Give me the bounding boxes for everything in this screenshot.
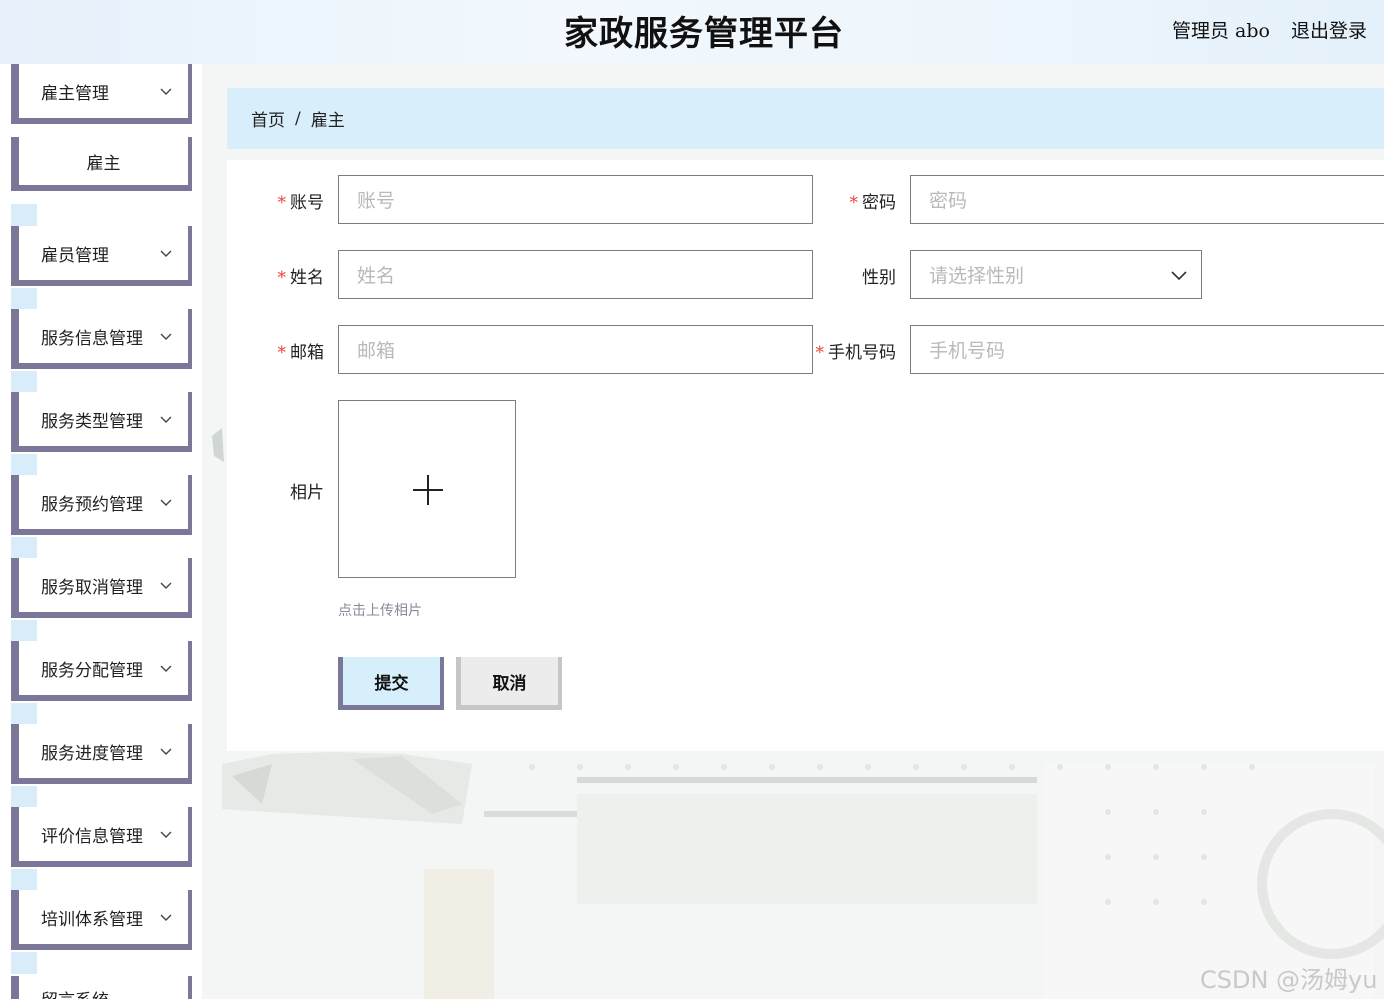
sidebar-item-service-info-management[interactable]: 服务信息管理 — [11, 309, 192, 369]
watermark: CSDN @汤姆yu — [1200, 966, 1378, 994]
password-placeholder: 密码 — [929, 190, 968, 212]
sidebar-item-training-management[interactable]: 培训体系管理 — [11, 890, 192, 950]
password-input[interactable]: 密码 — [910, 175, 1384, 224]
sidebar-divider — [11, 371, 37, 393]
breadcrumb-current: 雇主 — [310, 111, 345, 131]
sidebar-item-label: 服务进度管理 — [41, 743, 143, 764]
name-input[interactable]: 姓名 — [338, 250, 813, 299]
chevron-down-icon — [160, 914, 172, 921]
chevron-down-icon — [160, 582, 172, 589]
required-mark: * — [277, 193, 287, 213]
breadcrumb: 首页 / 雇主 — [227, 88, 1384, 149]
photo-upload[interactable] — [338, 400, 516, 578]
sidebar-item-label: 培训体系管理 — [41, 909, 143, 930]
breadcrumb-separator: / — [295, 108, 301, 129]
sidebar-item-label: 服务信息管理 — [41, 328, 143, 349]
sidebar-item-label: 雇员管理 — [41, 245, 109, 266]
sidebar-item-label: 服务类型管理 — [41, 411, 143, 432]
current-user-label: 管理员 abo — [1172, 20, 1270, 42]
sidebar-item-label: 雇主管理 — [41, 83, 109, 104]
photo-upload-hint: 点击上传相片 — [338, 603, 422, 619]
chevron-down-icon — [160, 831, 172, 838]
required-mark: * — [849, 193, 859, 213]
account-input[interactable]: 账号 — [338, 175, 813, 224]
sidebar-divider — [11, 620, 37, 642]
plus-icon — [413, 475, 443, 505]
sidebar-divider — [11, 952, 37, 974]
sidebar-item-review-management[interactable]: 评价信息管理 — [11, 807, 192, 867]
account-label: * 账号 — [277, 193, 325, 213]
sidebar-item-message-system[interactable]: 留言系统 — [11, 976, 192, 999]
sidebar-divider — [11, 204, 37, 226]
phone-placeholder: 手机号码 — [929, 340, 1006, 362]
sidebar-item-label: 评价信息管理 — [41, 826, 143, 847]
sidebar-item-label: 服务分配管理 — [41, 660, 143, 681]
sidebar-item-employer-management[interactable]: 雇主管理 — [11, 64, 192, 124]
photo-label: 相片 — [290, 483, 324, 503]
name-label: * 姓名 — [277, 268, 325, 288]
chevron-down-icon — [160, 665, 172, 672]
sidebar-divider — [11, 786, 37, 808]
breadcrumb-home[interactable]: 首页 — [251, 106, 285, 131]
email-placeholder: 邮箱 — [357, 340, 396, 362]
required-mark: * — [277, 268, 287, 288]
sidebar-item-label: 服务取消管理 — [41, 577, 143, 598]
sidebar-item-service-type-management[interactable]: 服务类型管理 — [11, 392, 192, 452]
required-mark: * — [815, 343, 825, 363]
chevron-down-icon — [160, 499, 172, 506]
chevron-down-icon — [160, 88, 172, 95]
submit-button[interactable]: 提交 — [338, 657, 444, 710]
email-input[interactable]: 邮箱 — [338, 325, 813, 374]
phone-input[interactable]: 手机号码 — [910, 325, 1384, 374]
sidebar-divider — [11, 454, 37, 476]
top-header: 家政服务管理平台 管理员 abo 退出登录 — [0, 0, 1384, 64]
chevron-down-icon — [1171, 271, 1187, 281]
gender-placeholder: 请选择性别 — [929, 265, 1025, 287]
sidebar-item-employee-management[interactable]: 雇员管理 — [11, 226, 192, 286]
sidebar-item-service-booking-management[interactable]: 服务预约管理 — [11, 475, 192, 535]
sidebar-item-service-cancel-management[interactable]: 服务取消管理 — [11, 558, 192, 618]
chevron-down-icon — [160, 748, 172, 755]
sidebar-item-label: 雇主 — [86, 153, 121, 174]
sidebar-item-label: 服务预约管理 — [41, 494, 143, 515]
sidebar-item-service-assignment-management[interactable]: 服务分配管理 — [11, 641, 192, 701]
chevron-down-icon — [160, 416, 172, 423]
cancel-button[interactable]: 取消 — [456, 657, 562, 710]
sidebar-divider — [11, 869, 37, 891]
sidebar-item-service-progress-management[interactable]: 服务进度管理 — [11, 724, 192, 784]
sidebar-divider — [11, 288, 37, 310]
phone-label: * 手机号码 — [815, 343, 897, 363]
logout-button[interactable]: 退出登录 — [1291, 16, 1367, 43]
sidebar-divider — [11, 703, 37, 725]
sidebar-divider — [11, 537, 37, 559]
gender-select[interactable]: 请选择性别 — [910, 250, 1202, 299]
email-label: * 邮箱 — [277, 343, 325, 363]
required-mark: * — [277, 343, 287, 363]
sidebar-subitem-employer[interactable]: 雇主 — [11, 137, 192, 191]
name-placeholder: 姓名 — [357, 265, 396, 287]
chevron-down-icon — [160, 333, 172, 340]
password-label: * 密码 — [849, 193, 897, 213]
account-placeholder: 账号 — [357, 190, 396, 212]
gender-label: 性别 — [862, 268, 896, 288]
chevron-down-icon — [160, 250, 172, 257]
sidebar-item-label: 留言系统 — [41, 986, 109, 999]
